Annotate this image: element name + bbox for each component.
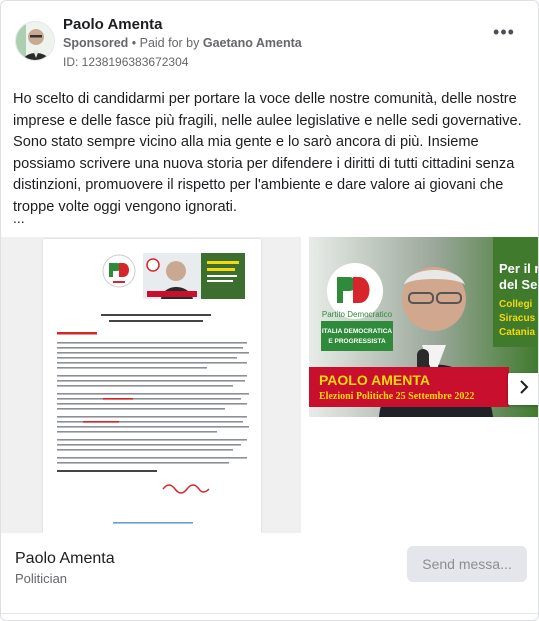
banner-right-text-5: Catania bbox=[499, 327, 536, 338]
ad-footer: Paolo Amenta Politician Send messa... bbox=[1, 533, 538, 620]
letter-document bbox=[43, 239, 261, 533]
sponsored-label: Sponsored bbox=[63, 36, 129, 50]
post-body-text: Ho scelto di candidarmi per portare la v… bbox=[13, 91, 522, 215]
banner-right-text-1: Per il r bbox=[499, 261, 539, 276]
post-header: Paolo Amenta Sponsored • Paid for by Gae… bbox=[13, 15, 526, 71]
banner-party-name: Partito Democratico bbox=[322, 310, 393, 319]
sponsored-line: Sponsored • Paid for by Gaetano Amenta bbox=[63, 36, 302, 50]
banner-party-line3: E PROGRESSISTA bbox=[328, 338, 386, 345]
banner-right-text-3: Collegi bbox=[499, 299, 533, 310]
paid-for-name: Gaetano Amenta bbox=[202, 36, 302, 50]
footer-page-name[interactable]: Paolo Amenta bbox=[15, 550, 115, 568]
banner-candidate-name: PAOLO AMENTA bbox=[319, 372, 430, 388]
footer-page-category: Politician bbox=[15, 571, 68, 586]
bottom-divider bbox=[1, 613, 538, 614]
author-name[interactable]: Paolo Amenta bbox=[63, 16, 162, 33]
banner-right-text-2: del Se bbox=[499, 277, 537, 292]
paid-for-prefix: • Paid for by bbox=[128, 36, 203, 50]
library-id: ID: 1238196383672304 bbox=[63, 55, 189, 69]
banner-right-text-4: Siracus bbox=[499, 313, 536, 324]
banner-party-line2: ITALIA DEMOCRATICA bbox=[322, 328, 393, 335]
carousel-slide-letter[interactable] bbox=[1, 237, 301, 533]
chevron-right-icon bbox=[517, 379, 531, 399]
campaign-banner-graphic: Partito Democratico ITALIA DEMOCRATICA E… bbox=[309, 237, 539, 417]
letter-graphic bbox=[57, 253, 249, 524]
more-options-icon[interactable]: ••• bbox=[492, 23, 516, 45]
avatar[interactable] bbox=[15, 21, 55, 61]
carousel-next-button[interactable] bbox=[508, 373, 538, 405]
see-more-ellipsis[interactable]: ... bbox=[13, 210, 25, 226]
banner-election-date: Elezioni Politiche 25 Settembre 2022 bbox=[319, 391, 474, 402]
send-message-button[interactable]: Send messa... bbox=[407, 546, 527, 582]
media-carousel: Partito Democratico ITALIA DEMOCRATICA E… bbox=[1, 237, 539, 533]
carousel-slide-banner[interactable]: Partito Democratico ITALIA DEMOCRATICA E… bbox=[309, 237, 539, 417]
ad-card: Paolo Amenta Sponsored • Paid for by Gae… bbox=[0, 0, 539, 621]
